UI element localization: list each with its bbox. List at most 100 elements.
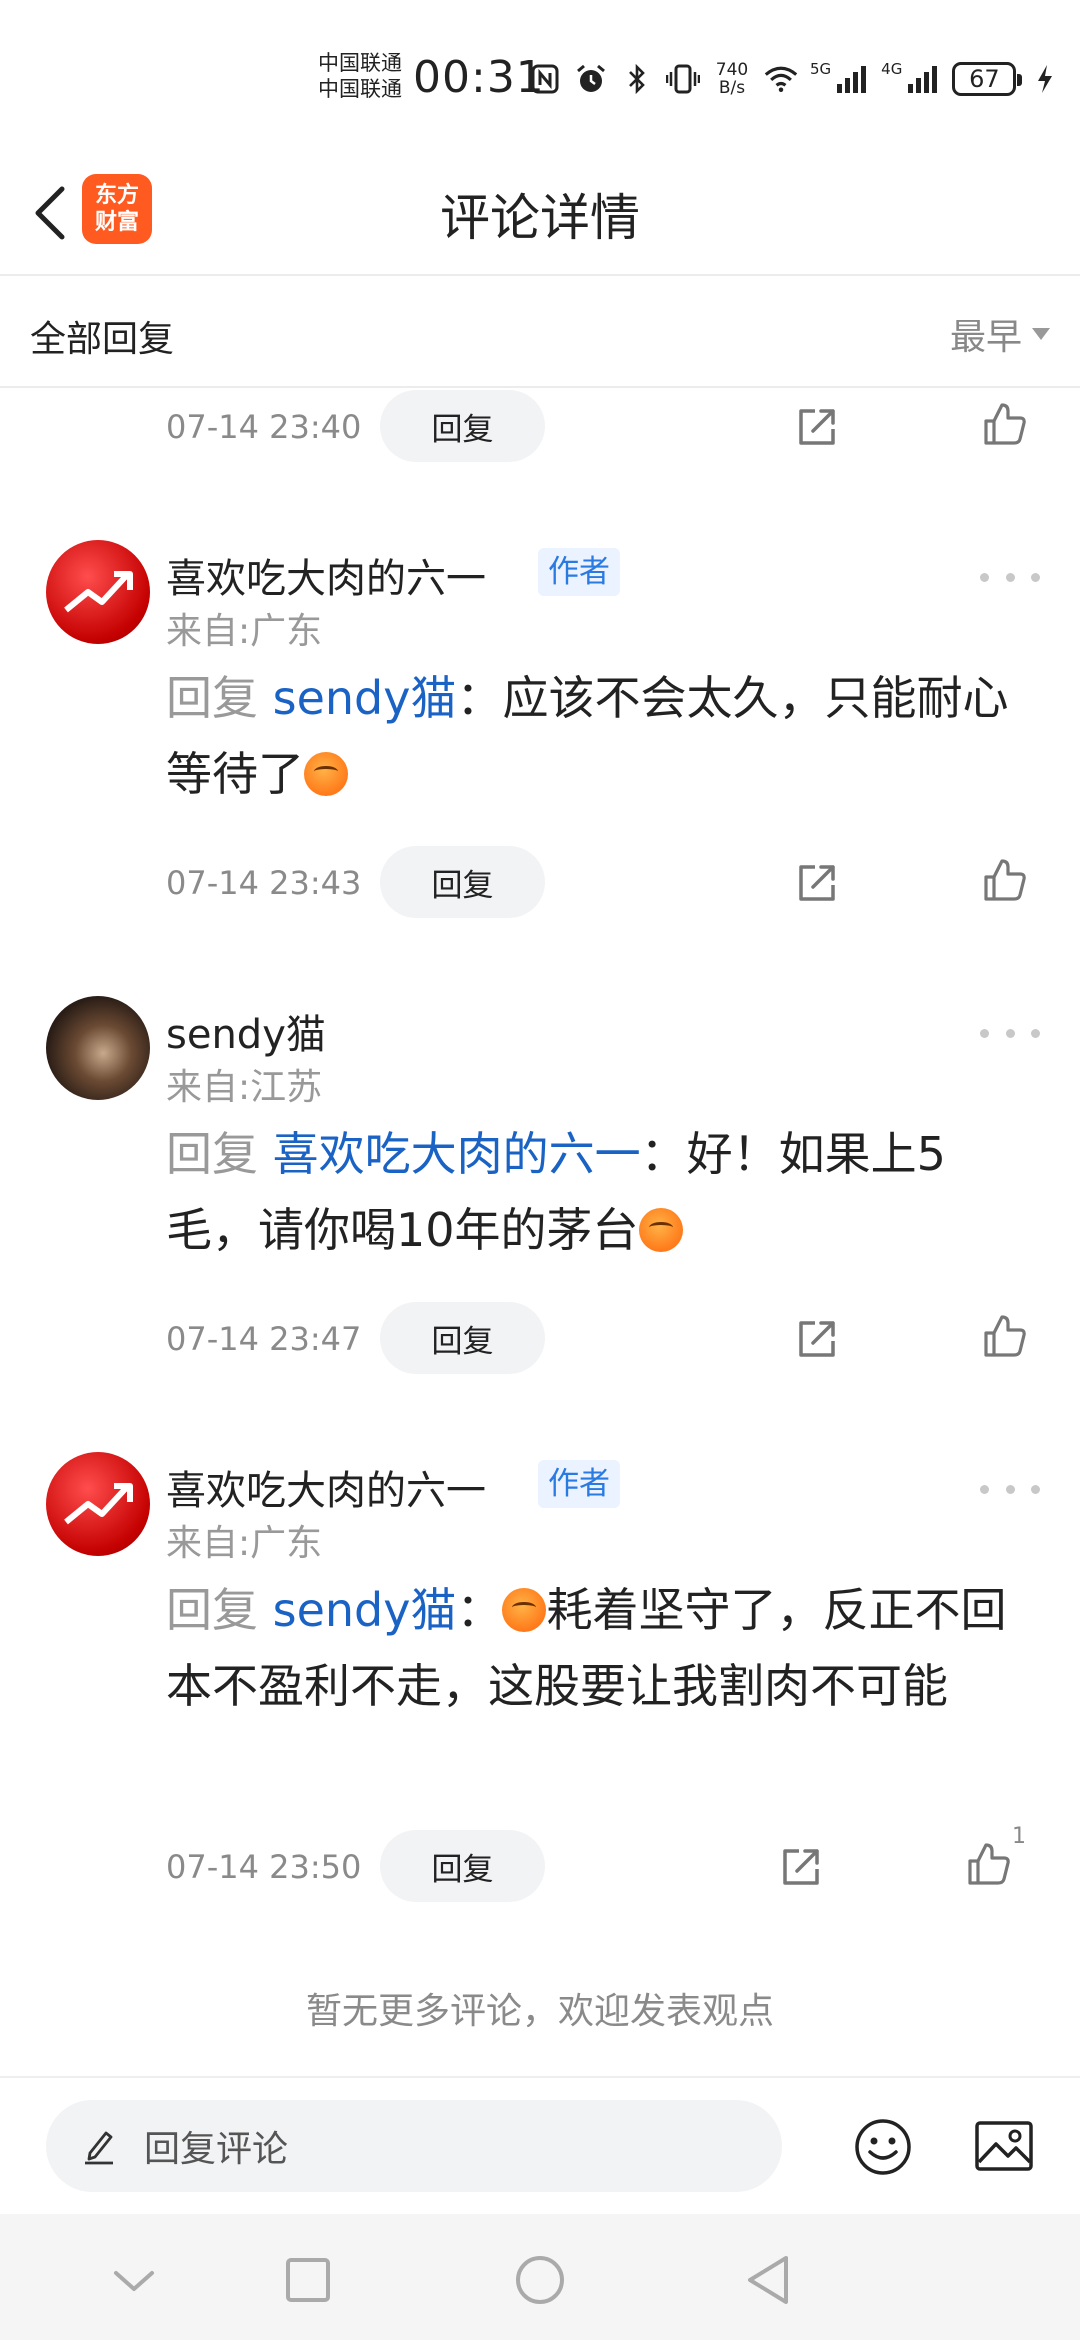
author-badge: 作者 <box>538 548 620 596</box>
sort-bar: 全部回复 最早 <box>0 278 1080 388</box>
emoji-button[interactable] <box>852 2116 914 2178</box>
dot-icon <box>1005 1028 1015 1038</box>
reply-bar: 回复评论 <box>0 2076 1080 2214</box>
signal-icon-2 <box>906 61 940 97</box>
battery-indicator: 67 <box>952 62 1023 96</box>
wifi-icon <box>764 61 798 97</box>
mention-link[interactable]: sendy猫 <box>273 671 457 725</box>
all-replies-label: 全部回复 <box>30 319 175 360</box>
comment-item: sendy猫 来自:江苏 回复 喜欢吃大肉的六一：好！如果上5毛，请你喝10年的… <box>0 996 1080 1296</box>
comment-content: 回复 sendy猫： 耗着坚守了，反正不回本不盈利不走，这股要让我割肉不可能 <box>166 1572 1036 1724</box>
reply-button[interactable]: 回复 <box>380 1302 545 1374</box>
avatar[interactable] <box>46 996 150 1100</box>
sort-dropdown[interactable]: 最早 <box>950 308 1050 360</box>
dot-icon <box>980 572 989 582</box>
circle-icon <box>516 2256 564 2304</box>
carrier-names: 中国联通 中国联通 <box>318 50 402 102</box>
share-button[interactable] <box>790 856 844 910</box>
comment-content: 回复 sendy猫：应该不会太久，只能耐心等待了 <box>166 660 1036 812</box>
net-speed-value: 740 <box>715 60 749 80</box>
charging-icon <box>1028 61 1062 97</box>
emoji-icon <box>502 1588 547 1632</box>
carrier-1: 中国联通 <box>318 51 402 75</box>
triangle-back-icon <box>748 2256 788 2304</box>
avatar[interactable] <box>46 540 150 644</box>
share-button[interactable] <box>790 400 844 454</box>
like-button[interactable] <box>978 396 1032 452</box>
chevron-down-icon <box>114 2271 154 2291</box>
thumbs-up-icon <box>968 1843 1010 1885</box>
dot-icon <box>1005 572 1015 582</box>
comment-list[interactable]: 07-14 23:40 回复 喜欢吃大肉的六一 作者 来自:广东 回复 send… <box>0 390 1080 2075</box>
location-label: 来自:广东 <box>166 611 323 652</box>
vibrate-icon <box>666 61 700 97</box>
username[interactable]: 喜欢吃大肉的六一 <box>166 1458 486 1516</box>
reply-button[interactable]: 回复 <box>380 390 545 462</box>
author-badge: 作者 <box>538 1460 620 1508</box>
like-button[interactable] <box>978 1308 1032 1364</box>
reply-prefix: 回复 <box>166 671 258 725</box>
reply-separator: ： <box>456 671 503 725</box>
signal-1-label: 5G <box>810 60 832 78</box>
like-count: 1 <box>1012 1824 1026 1849</box>
sort-option-label: 最早 <box>949 317 1022 358</box>
emoji-icon <box>638 1208 683 1252</box>
thumbs-up-icon <box>984 1315 1026 1357</box>
status-bar: 中国联通 中国联通 00:31 740 B/s 5G 4G 67 <box>0 0 1080 150</box>
reply-input-placeholder: 回复评论 <box>144 2129 289 2170</box>
trend-up-icon <box>64 571 133 613</box>
comment-actions: 07-14 23:40 回复 <box>0 390 1080 462</box>
share-button[interactable] <box>774 1840 828 1894</box>
nav-recents-button[interactable] <box>280 2252 336 2308</box>
comment-time: 07-14 23:43 <box>166 864 362 902</box>
share-icon <box>799 409 835 445</box>
location-label: 来自:广东 <box>166 1523 323 1564</box>
dot-icon <box>1031 1484 1040 1494</box>
nav-collapse-button[interactable] <box>106 2252 162 2308</box>
dot-icon <box>980 1484 989 1494</box>
image-button[interactable] <box>974 2118 1034 2174</box>
comment-item: 喜欢吃大肉的六一 作者 来自:广东 回复 sendy猫：应该不会太久，只能耐心等… <box>0 540 1080 840</box>
share-button[interactable] <box>790 1312 844 1366</box>
system-nav-bar <box>0 2214 1080 2340</box>
comment-time: 07-14 23:50 <box>166 1848 362 1886</box>
page-title: 评论详情 <box>440 189 640 247</box>
dot-icon <box>1031 572 1040 582</box>
reply-separator: ： <box>456 1583 503 1637</box>
nfc-icon <box>528 61 562 97</box>
app-header: 东方 财富 评论详情 <box>0 150 1080 276</box>
nav-back-button[interactable] <box>740 2252 796 2308</box>
reply-button[interactable]: 回复 <box>380 846 545 918</box>
dot-icon <box>1031 1028 1040 1038</box>
username[interactable]: 喜欢吃大肉的六一 <box>166 546 486 604</box>
more-options-button[interactable] <box>980 1018 1040 1048</box>
bluetooth-icon <box>620 61 654 97</box>
reply-button[interactable]: 回复 <box>380 1830 545 1902</box>
square-icon <box>286 2258 330 2302</box>
comment-time: 07-14 23:47 <box>166 1320 362 1358</box>
no-more-comments-note: 暂无更多评论，欢迎发表观点 <box>305 1991 774 2032</box>
reply-input[interactable]: 回复评论 <box>46 2100 782 2192</box>
avatar[interactable] <box>46 1452 150 1556</box>
pencil-icon <box>85 2131 113 2165</box>
comment-actions: 07-14 23:50 回复 1 <box>0 1824 1080 1902</box>
more-options-button[interactable] <box>980 562 1040 592</box>
carrier-2: 中国联通 <box>318 77 402 101</box>
location-label: 来自:江苏 <box>166 1067 323 1108</box>
status-icons: 740 B/s 5G 4G 67 <box>528 56 1062 102</box>
comment-item: 喜欢吃大肉的六一 作者 来自:广东 回复 sendy猫： 耗着坚守了，反正不回本不… <box>0 1452 1080 1832</box>
comment-actions: 07-14 23:43 回复 <box>0 846 1080 918</box>
username[interactable]: sendy猫 <box>166 1002 326 1060</box>
comment-actions: 07-14 23:47 回复 <box>0 1302 1080 1374</box>
more-options-button[interactable] <box>980 1474 1040 1504</box>
nav-home-button[interactable] <box>512 2252 568 2308</box>
alarm-icon <box>574 61 608 97</box>
like-button[interactable] <box>978 852 1032 908</box>
mention-link[interactable]: 喜欢吃大肉的六一 <box>273 1127 641 1181</box>
share-icon <box>799 865 835 901</box>
clock: 00:31 <box>413 52 545 103</box>
smiley-icon <box>855 2119 911 2175</box>
mention-link[interactable]: sendy猫 <box>273 1583 457 1637</box>
like-button[interactable] <box>962 1836 1016 1892</box>
thumbs-up-icon <box>984 859 1026 901</box>
